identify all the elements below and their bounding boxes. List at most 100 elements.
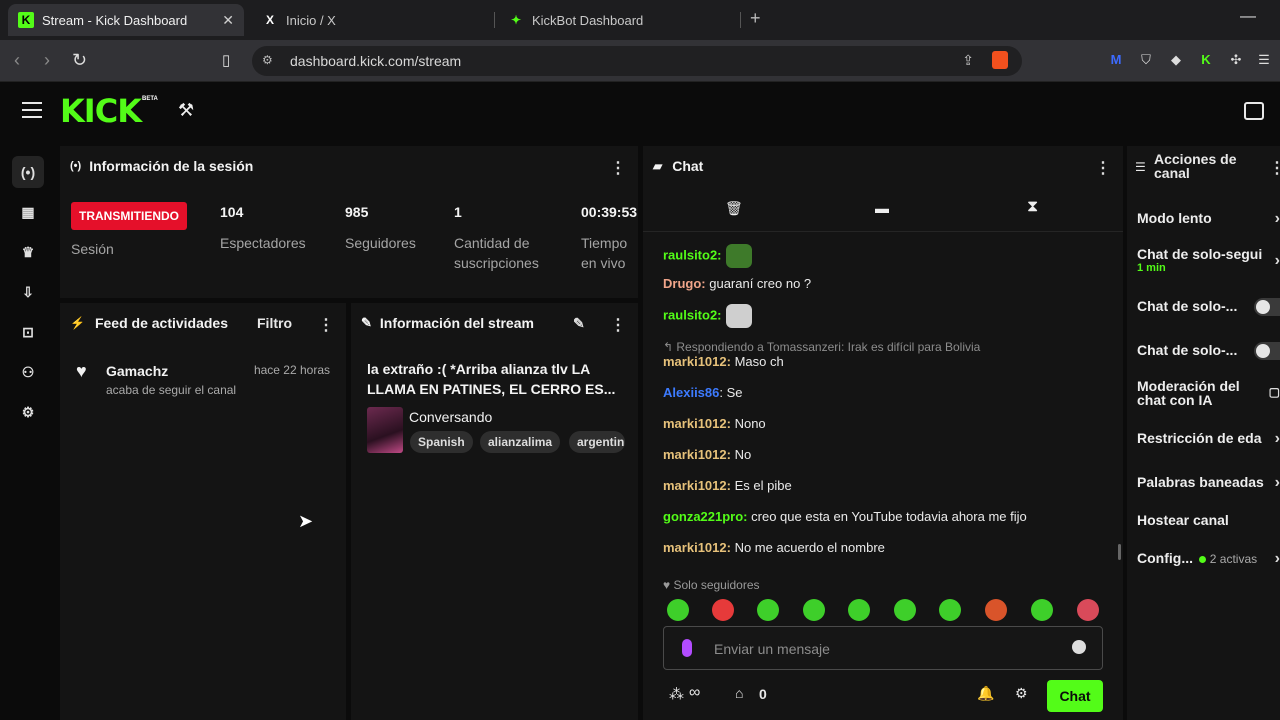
stream-icon[interactable]: (•) (12, 156, 44, 188)
bell-icon[interactable]: 🔔 (977, 685, 994, 702)
chat-username[interactable]: Drugo: (663, 276, 706, 291)
action-slow-mode[interactable]: Modo lento › (1137, 210, 1280, 227)
forward-icon[interactable]: › (44, 50, 50, 71)
extensions-puzzle-icon[interactable]: ✣ (1228, 52, 1244, 68)
filter-button[interactable]: Filtro (257, 315, 292, 331)
menu-icon[interactable]: ☰ (1256, 52, 1272, 68)
emote-icon[interactable] (848, 599, 870, 621)
chat-text: Es el pibe (734, 478, 792, 493)
emote-icon[interactable] (894, 599, 916, 621)
toggle-switch[interactable] (1254, 342, 1280, 360)
chat-username[interactable]: gonza221pro: (663, 509, 748, 524)
tab-x-home[interactable]: X Inicio / X (252, 4, 488, 36)
hammer-icon[interactable]: ⚒ (178, 100, 194, 121)
emote-icon[interactable] (757, 599, 779, 621)
brave-shield-icon[interactable] (992, 51, 1008, 69)
action-label: Chat de solo-segui (1137, 246, 1263, 262)
action-followers-chat[interactable]: Chat de solo-segui › 1 min (1137, 246, 1280, 274)
close-icon[interactable]: ✕ (222, 12, 234, 29)
chat-username[interactable]: raulsito2: (663, 247, 722, 262)
stream-title: la extraño :( *Arriba alianza tlv LA LLA… (367, 361, 616, 397)
chat-username[interactable]: marki1012: (663, 478, 731, 493)
hamburger-icon[interactable] (22, 102, 42, 118)
emote-icon[interactable] (985, 599, 1007, 621)
trophy-icon[interactable]: ♛ (12, 236, 44, 268)
hourglass-icon[interactable]: ⧗ (1027, 198, 1038, 216)
minimize-icon[interactable]: — (1240, 8, 1256, 26)
chat-text: Nono (734, 416, 766, 431)
store-icon[interactable]: ⌂ (735, 685, 743, 701)
extension-shield-icon[interactable]: ⛉ (1138, 52, 1154, 68)
chat-username[interactable]: raulsito2: (663, 307, 722, 322)
kick-logo[interactable]: KICK (60, 92, 142, 130)
emote-icon[interactable] (667, 599, 689, 621)
chat-username[interactable]: marki1012: (663, 354, 731, 369)
new-tab-button[interactable]: + (750, 8, 761, 29)
site-info-icon[interactable]: ⚙ (262, 53, 273, 67)
action-label: Restricción de eda (1137, 430, 1262, 446)
feed-user[interactable]: Gamachz (106, 363, 168, 379)
back-icon[interactable]: ‹ (14, 50, 20, 71)
action-chat-toggle[interactable]: Chat de solo-... (1137, 298, 1280, 316)
toggle-switch[interactable] (1254, 298, 1280, 316)
tag-chip[interactable]: Spanish (410, 431, 473, 453)
share-icon[interactable]: ⇪ (962, 52, 974, 69)
chat-username[interactable]: Alexiis86 (663, 385, 719, 400)
action-banned-words[interactable]: Palabras baneadas › (1137, 474, 1280, 491)
community-icon[interactable]: ⚇ (12, 356, 44, 388)
emote-icon[interactable] (1031, 599, 1053, 621)
chat-username[interactable]: marki1012: (663, 540, 731, 555)
external-icon: ▢ (1268, 385, 1280, 399)
kickbot-icon: ✦ (510, 13, 522, 27)
more-options-icon[interactable]: ⋮ (1095, 158, 1111, 178)
chat-scrollbar[interactable] (1118, 544, 1121, 560)
chat-username[interactable]: marki1012: (663, 447, 731, 462)
store-icon[interactable] (1244, 102, 1264, 120)
address-bar[interactable]: ⚙ dashboard.kick.com/stream ⇪ (252, 46, 1022, 76)
points-icon[interactable]: ⁂ (669, 685, 684, 703)
emote-icon[interactable] (712, 599, 734, 621)
emoji-icon[interactable] (1072, 640, 1086, 654)
live-time-value: 00:39:53 (581, 204, 638, 220)
trash-icon[interactable]: 🗑 (725, 200, 743, 217)
emote-icon[interactable] (803, 599, 825, 621)
reload-icon[interactable]: ↻ (72, 50, 87, 71)
send-chat-button[interactable]: Chat (1047, 680, 1103, 712)
tab-divider (494, 12, 495, 28)
action-host-channel[interactable]: Hostear canal (1137, 512, 1280, 528)
tab-kick-dashboard[interactable]: K Stream - Kick Dashboard ✕ (8, 4, 244, 36)
extension-m-icon[interactable]: M (1108, 52, 1124, 68)
bookmark-icon[interactable]: ▯ (222, 51, 230, 69)
edit-icon[interactable]: ✎ (573, 315, 585, 332)
action-age-restriction[interactable]: Restricción de eda › (1137, 430, 1280, 447)
extension-diamond-icon[interactable]: ◆ (1168, 52, 1184, 68)
chat-message-input[interactable]: Enviar un mensaje (663, 626, 1103, 670)
chat-username[interactable]: marki1012: (663, 416, 731, 431)
more-options-icon[interactable]: ⋮ (610, 315, 626, 335)
settings-icon[interactable]: ⚙ (1015, 685, 1028, 702)
emote-icon[interactable] (939, 599, 961, 621)
extension-kick-icon[interactable]: K (1198, 52, 1214, 68)
capture-icon[interactable]: ⊡ (12, 316, 44, 348)
more-options-icon[interactable]: ⋮ (610, 158, 626, 178)
stream-category: Conversando (409, 409, 493, 425)
followers-value: 985 (345, 204, 369, 220)
upload-icon[interactable]: ⇩ (12, 276, 44, 308)
tag-chip[interactable]: argentin (569, 431, 625, 453)
heart-icon: ♥ (663, 578, 674, 592)
reply-text: Respondiendo a Tomassanzeri: Irak es dif… (676, 340, 981, 354)
tag-chip[interactable]: alianzalima (480, 431, 561, 453)
action-ai-moderation[interactable]: Moderación del chat con IA ▢ (1137, 379, 1280, 407)
settings-icon[interactable]: ⚙ (12, 396, 44, 428)
more-options-icon[interactable]: ⋮ (1269, 158, 1280, 178)
chat-text: creo que esta en YouTube todavia ahora m… (751, 509, 1027, 524)
emote-icon[interactable] (1077, 599, 1099, 621)
message-icon[interactable]: ▬ (875, 200, 889, 216)
tab-kickbot[interactable]: ✦ KickBot Dashboard (498, 4, 734, 36)
action-config[interactable]: Config... 2 activas › (1137, 550, 1280, 567)
microphone-icon[interactable] (682, 639, 692, 657)
more-options-icon[interactable]: ⋮ (318, 315, 334, 335)
analytics-icon[interactable]: ▦ (12, 196, 44, 228)
action-chat-toggle[interactable]: Chat de solo-... (1137, 342, 1280, 360)
chat-title: Chat (672, 158, 704, 174)
